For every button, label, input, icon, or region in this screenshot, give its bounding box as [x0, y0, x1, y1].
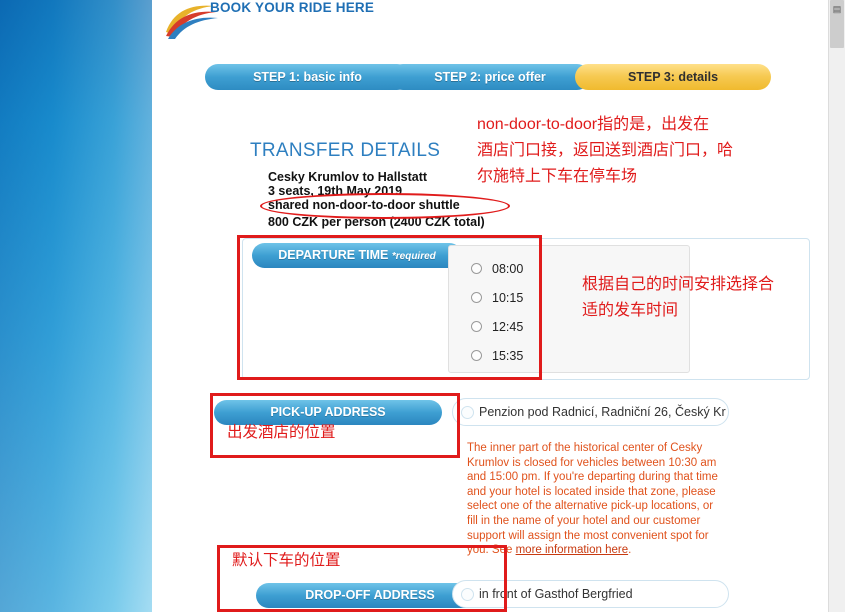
site-title: BOOK YOUR RIDE HERE	[210, 0, 375, 15]
departure-time-label-text: DEPARTURE TIME	[278, 248, 389, 262]
transfer-price: 800 CZK per person (2400 CZK total)	[268, 215, 485, 229]
annotation-pickup-note: 出发酒店的位置	[227, 424, 336, 441]
annotation-time-note: 根据自己的时间安排选择合 适的发车时间	[582, 276, 775, 319]
pickup-notice-link[interactable]: more information here	[516, 544, 629, 556]
pickup-address-value: Penzion pod Radnicí, Radniční 26, Český …	[479, 405, 726, 419]
departure-time-label: DEPARTURE TIME *required	[252, 243, 462, 268]
radio-icon[interactable]	[471, 292, 482, 303]
annotation-top-note: non-door-to-door指的是，出发在 酒店门口接，返回送到酒店门口，哈…	[477, 116, 734, 185]
departure-time-required-note: *required	[391, 251, 436, 262]
step-1-basic-info[interactable]: STEP 1: basic info	[205, 64, 410, 90]
page-content: BOOK YOUR RIDE HERE STEP 1: basic info S…	[152, 0, 829, 612]
departure-option-label: 08:00	[492, 262, 524, 276]
dropoff-address-value: in front of Gasthof Bergfried	[479, 587, 633, 601]
departure-option-label: 15:35	[492, 349, 524, 363]
page-title: TRANSFER DETAILS	[250, 140, 441, 161]
radio-icon[interactable]	[461, 406, 474, 419]
departure-option-label: 10:15	[492, 291, 524, 305]
pickup-notice-text: The inner part of the historical center …	[467, 441, 725, 558]
pickup-notice-part2: .	[628, 544, 632, 557]
dropoff-address-input[interactable]: in front of Gasthof Bergfried	[452, 580, 729, 608]
transfer-route: Cesky Krumlov to Hallstatt	[268, 170, 428, 184]
departure-option-label: 12:45	[492, 320, 524, 334]
transfer-shuttle-type: shared non-door-to-door shuttle	[268, 198, 460, 212]
transfer-seats-date: 3 seats, 19th May 2019	[268, 184, 403, 198]
radio-icon[interactable]	[461, 588, 474, 601]
pickup-notice-part1: The inner part of the historical center …	[467, 442, 718, 557]
step-3-details[interactable]: STEP 3: details	[575, 64, 771, 90]
page-left-gradient-band	[0, 0, 152, 612]
scrollbar-thumb-icon: ▤	[832, 4, 842, 14]
radio-icon[interactable]	[471, 321, 482, 332]
pickup-address-input[interactable]: Penzion pod Radnicí, Radniční 26, Český …	[452, 398, 729, 426]
page-left-gradient-overlay	[0, 0, 152, 612]
radio-icon[interactable]	[471, 350, 482, 361]
step-2-price-offer[interactable]: STEP 2: price offer	[390, 64, 590, 90]
page-scrollbar[interactable]: ▤	[828, 0, 845, 612]
steps-bar: STEP 1: basic info STEP 2: price offer S…	[205, 64, 771, 90]
annotation-dropoff-note: 默认下车的位置	[232, 552, 341, 569]
radio-icon[interactable]	[471, 263, 482, 274]
dropoff-address-label: DROP-OFF ADDRESS	[256, 583, 484, 608]
